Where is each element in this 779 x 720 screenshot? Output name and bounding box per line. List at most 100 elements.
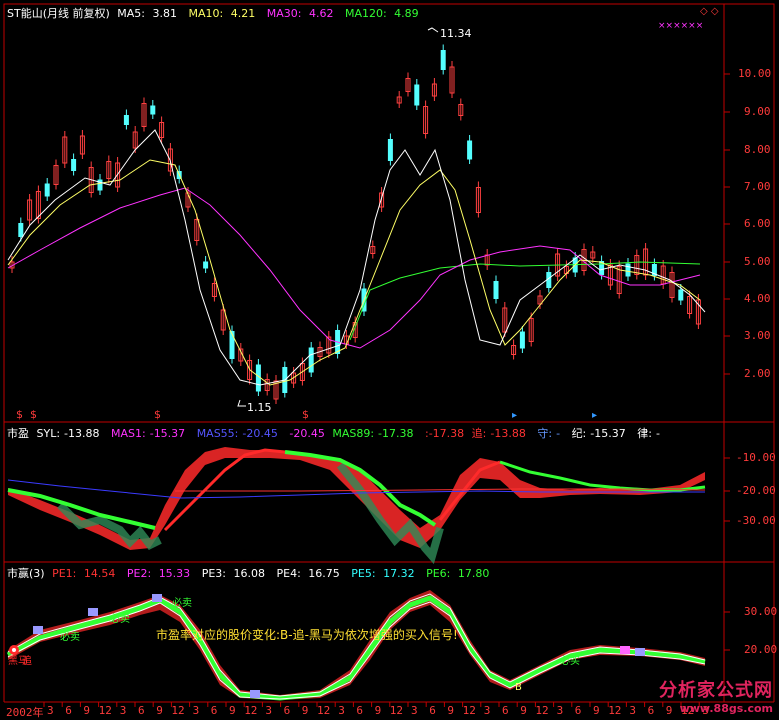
svg-text:$: $ bbox=[16, 408, 23, 421]
zhui-label: 追: bbox=[471, 427, 487, 440]
signal-icons: 必卖 必卖 必卖 黑马 追 B 必买 bbox=[8, 594, 645, 698]
x-axis-label: 6 bbox=[502, 704, 509, 717]
pe-panel-plot bbox=[7, 447, 706, 565]
pe1-label: PE1: bbox=[52, 567, 77, 580]
x-axis-label: 3 bbox=[119, 704, 127, 717]
high-marker-line bbox=[427, 27, 439, 33]
pe-legend: 市盈 SYL: -13.88 MAS1: -15.37 MAS55: -20.45 -… bbox=[7, 425, 668, 441]
blue-signal-marks-2: ▸ bbox=[592, 410, 597, 421]
pe5-label: PE5: bbox=[351, 567, 376, 580]
y-tick: 30.00 bbox=[744, 605, 778, 618]
x-axis-label: 9 bbox=[447, 704, 455, 717]
low-marker-line bbox=[237, 399, 246, 407]
ma30-legend: MA30: 4.62 bbox=[266, 7, 334, 20]
high-marker: 11.34 bbox=[440, 27, 472, 40]
x-axis-label: 12 bbox=[317, 704, 331, 717]
svg-text:$: $ bbox=[302, 408, 309, 421]
x-axis-label: 3 bbox=[483, 704, 491, 717]
x-axis-label: 12 bbox=[98, 704, 112, 717]
y-tick: 10.00 bbox=[738, 67, 772, 80]
x-axis-label: 6 bbox=[647, 704, 655, 717]
syl-label: SYL: bbox=[36, 427, 61, 440]
security-title[interactable]: ST能山(月线 前复权) bbox=[7, 7, 110, 20]
svg-text:必卖: 必卖 bbox=[172, 596, 192, 609]
mas55-label: MAS55: bbox=[196, 427, 239, 440]
main-y-ticks bbox=[724, 73, 730, 651]
x-axis-label: 9 bbox=[156, 704, 163, 717]
candles bbox=[9, 44, 701, 404]
watermark-title: 分析家公式网 bbox=[659, 680, 773, 701]
x-axis-label: 3 bbox=[47, 704, 54, 717]
x-axis-label: 9 bbox=[593, 704, 600, 717]
y-tick: 6.00 bbox=[744, 217, 771, 230]
shou-value: - bbox=[556, 427, 561, 440]
svg-text:必卖: 必卖 bbox=[60, 630, 80, 643]
y-tick: 7.00 bbox=[744, 180, 771, 193]
pe5-value: 17.32 bbox=[383, 567, 415, 580]
main-panel-frame bbox=[3, 3, 775, 423]
pe2-label: PE2: bbox=[126, 567, 152, 580]
watermark: 分析家公式网 www.88gs.com bbox=[659, 676, 773, 715]
y-tick: -10.00 bbox=[736, 451, 776, 464]
x-axis-label: 12 bbox=[389, 704, 404, 717]
pe2-value: 15.33 bbox=[158, 567, 191, 580]
svg-text:追: 追 bbox=[22, 654, 32, 667]
svg-text:必买: 必买 bbox=[560, 654, 580, 667]
svg-text:B: B bbox=[515, 682, 522, 693]
ma10-legend: MA10: 4.21 bbox=[188, 7, 256, 20]
x-axis-year: 2002年 bbox=[6, 706, 44, 719]
x-axis-label: 12 bbox=[244, 704, 258, 717]
pe3-label: PE3: bbox=[201, 567, 226, 580]
mas55-extra: -20.45 bbox=[289, 427, 325, 440]
zhui-value: -13.88 bbox=[490, 427, 526, 440]
lv-value: - bbox=[655, 427, 660, 440]
y-tick: 3.00 bbox=[744, 329, 771, 342]
ratio-legend: 市赢(3) PE1: 14.54 PE2: 15.33 PE3: 16.08 P… bbox=[7, 565, 497, 581]
x-axis-label: 6 bbox=[429, 704, 436, 717]
x-axis-label: 9 bbox=[374, 704, 382, 717]
y-tick: 20.00 bbox=[744, 643, 778, 656]
x-axis-label: 6 bbox=[574, 704, 582, 717]
x-axis-label: 12 bbox=[608, 704, 622, 717]
pe3-value: 16.08 bbox=[233, 567, 265, 580]
pe6-value: 17.80 bbox=[457, 567, 490, 580]
magenta-x-markers: ×××××× bbox=[658, 21, 703, 31]
chart-canvas[interactable]: 11.34 1.15 ◇ ◇ ×××××× $ $ $ $ ▸ ▸ 必卖 必卖 … bbox=[0, 0, 779, 719]
y-tick: 2.00 bbox=[744, 367, 771, 380]
low-marker: 1.15 bbox=[247, 401, 272, 414]
watermark-url: www.88gs.com bbox=[679, 702, 773, 715]
x-axis-label: 3 bbox=[411, 704, 418, 717]
y-tick: 5.00 bbox=[744, 255, 771, 268]
y-tick: -20.00 bbox=[736, 484, 776, 497]
ma5-legend: MA5: 3.81 bbox=[117, 7, 178, 20]
syl-value: -13.88 bbox=[64, 427, 100, 440]
ratio-panel-name[interactable]: 市赢(3) bbox=[7, 567, 45, 580]
ma10-line bbox=[7, 159, 701, 386]
x-axis-label: 6 bbox=[283, 704, 291, 717]
y-tick: 4.00 bbox=[744, 292, 771, 305]
mas1-label: MAS1: bbox=[111, 427, 146, 440]
x-axis-label: 9 bbox=[301, 704, 309, 717]
main-legend: ST能山(月线 前复权) MA5: 3.81 MA10: 4.21 MA30: … bbox=[7, 5, 427, 21]
x-axis-label: 12 bbox=[171, 704, 185, 717]
ma120-legend: MA120: 4.89 bbox=[344, 7, 419, 20]
x-axis-label: 6 bbox=[138, 704, 145, 717]
top-right-icons[interactable]: ◇ ◇ bbox=[700, 6, 719, 17]
mas89-value: -17.38 bbox=[378, 427, 414, 440]
shou-label: 守: bbox=[537, 427, 553, 440]
x-axis-label: 9 bbox=[229, 704, 236, 717]
mas1-value: -15.37 bbox=[149, 427, 186, 440]
ji-value: -15.37 bbox=[590, 427, 626, 440]
x-axis-label: 6 bbox=[65, 704, 72, 717]
x-axis-label: 9 bbox=[83, 704, 91, 717]
svg-text:$: $ bbox=[154, 408, 161, 421]
pe-panel-name[interactable]: 市盈 bbox=[7, 427, 29, 440]
x-axis-label: 6 bbox=[210, 704, 218, 717]
extra1-value: :-17.38 bbox=[425, 427, 465, 440]
y-tick: 9.00 bbox=[744, 105, 771, 118]
y-tick: 8.00 bbox=[744, 143, 771, 156]
x-axis-label: 3 bbox=[556, 704, 564, 717]
x-axis-label: 6 bbox=[356, 704, 364, 717]
mas89-label: MAS89: bbox=[332, 427, 375, 440]
svg-text:必卖: 必卖 bbox=[110, 612, 130, 625]
